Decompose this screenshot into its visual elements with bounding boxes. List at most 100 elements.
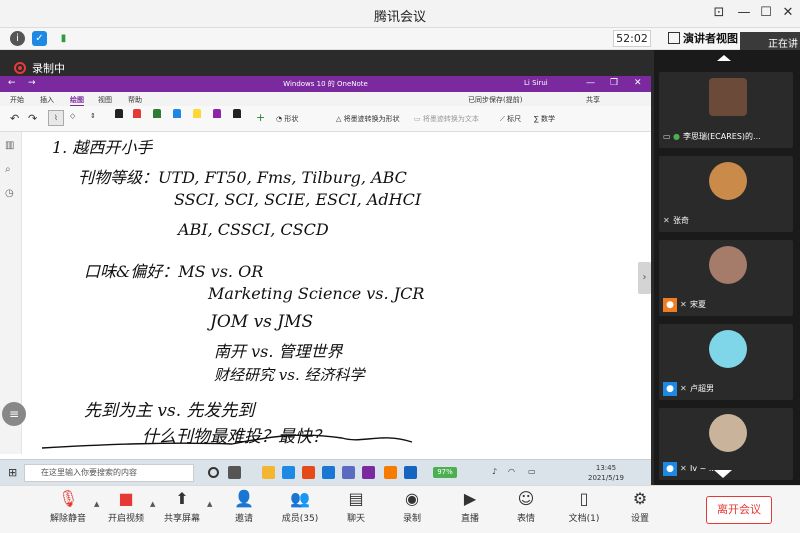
taskbar-time: 13:45 xyxy=(595,464,617,472)
lasso-select-icon[interactable]: ⌇ xyxy=(48,110,64,126)
math-button[interactable]: ∑ 数学 xyxy=(534,114,555,124)
pin-icon[interactable]: ⊡ xyxy=(709,4,729,22)
windows-start-icon[interactable]: ⊞ xyxy=(8,466,17,479)
word-icon[interactable] xyxy=(322,466,335,479)
shapes-button[interactable]: ◔ 形状 xyxy=(276,114,298,124)
share-screen-button[interactable]: ⬆ 共享屏幕 xyxy=(154,490,210,525)
sharing-label: 正在讲 xyxy=(768,39,798,50)
tab-draw[interactable]: 绘图 xyxy=(70,95,84,106)
record-button[interactable]: ◉ 录制 xyxy=(384,490,440,525)
mic-muted-icon: 🎙 xyxy=(58,489,79,508)
avatar xyxy=(709,414,747,452)
invite-button[interactable]: 👤 邀请 xyxy=(216,489,272,525)
tencent-meeting-icon[interactable] xyxy=(404,466,417,479)
meeting-info-bar: i ✓ ▮ 52:02 演讲者视图 xyxy=(0,28,800,50)
unmute-button[interactable]: 🎙 解除静音 xyxy=(40,489,96,525)
tab-insert[interactable]: 插入 xyxy=(40,95,54,105)
settings-button[interactable]: ⚙ 设置 xyxy=(612,490,668,525)
chat-button[interactable]: ▤ 聊天 xyxy=(328,490,384,525)
volume-icon[interactable]: ♪ xyxy=(492,467,497,476)
grid-icon xyxy=(668,32,680,44)
app-icon[interactable] xyxy=(384,466,397,479)
emoji-icon: ☺ xyxy=(517,489,535,508)
network-icon[interactable]: ◠ xyxy=(508,467,515,476)
meeting-toolbar: 🎙 解除静音 ▲ ■ 开启视频 ▲ ⬆ 共享屏幕 ▲ 👤 邀请 👥 成员(35) ▤ 聊天 … xyxy=(0,485,800,533)
pen-black-2[interactable] xyxy=(232,109,242,129)
taskbar-search[interactable]: 在这里输入你要搜索的内容 xyxy=(24,464,194,482)
participant-name: ● ✕ 宋夏 xyxy=(663,298,706,312)
cortana-icon[interactable] xyxy=(208,467,219,478)
leave-meeting-button[interactable]: 离开会议 xyxy=(706,496,772,524)
sync-status: 已同步保存(提前) xyxy=(468,96,523,104)
presenter-view-button[interactable]: 演讲者视图 xyxy=(668,30,738,46)
start-video-button[interactable]: ■ 开启视频 xyxy=(98,490,154,525)
search-icon[interactable]: ⌕ xyxy=(5,164,11,175)
tab-view[interactable]: 视图 xyxy=(98,95,112,105)
tab-home[interactable]: 开始 xyxy=(10,95,24,105)
members-button[interactable]: 👥 成员(35) xyxy=(272,489,328,525)
participant-tile[interactable]: ✕ 张奇 xyxy=(659,156,793,232)
reactions-button[interactable]: ☺ 表情 xyxy=(498,489,554,525)
mic-icon: ● xyxy=(673,132,680,141)
ink-to-shape-button[interactable]: △ 将墨迹转换为形状 xyxy=(336,114,400,124)
members-icon: 👥 xyxy=(290,489,310,508)
add-space-icon[interactable]: ⇕ xyxy=(90,112,96,120)
pen-green[interactable] xyxy=(152,109,162,129)
onenote-window: ← → Windows 10 的 OneNote Li Sirui — ❐ ✕ … xyxy=(0,76,651,459)
ink-to-text-button[interactable]: ▭ 将墨迹转换为文本 xyxy=(414,114,479,124)
restore-icon[interactable]: ❐ xyxy=(610,78,618,88)
info-icon[interactable]: i xyxy=(10,31,25,46)
minimize-icon[interactable]: — xyxy=(586,78,595,88)
docs-button[interactable]: ▯ 文档(1) xyxy=(556,490,612,525)
windows-taskbar: ⊞ 在这里输入你要搜索的内容 97% ♪ ◠ ▭ 13:45 2021/5/19 xyxy=(0,459,651,485)
mic-muted-icon: ✕ xyxy=(663,216,670,225)
minimize-button[interactable]: — xyxy=(734,4,754,22)
participant-tile[interactable]: ● ✕ 宋夏 xyxy=(659,240,793,316)
live-button[interactable]: ▶ 直播 xyxy=(442,489,498,525)
redo-icon[interactable]: ↷ xyxy=(28,112,37,125)
task-view-icon[interactable] xyxy=(228,466,241,479)
participant-tile[interactable]: ▭ ● 李思瑞(ECARES)的... xyxy=(659,72,793,148)
share-options-caret[interactable]: ▲ xyxy=(207,500,212,508)
notifications-icon[interactable]: ▭ xyxy=(528,467,536,476)
teams-icon[interactable] xyxy=(342,466,355,479)
tab-help[interactable]: 帮助 xyxy=(128,95,142,105)
signal-icon[interactable]: ▮ xyxy=(56,31,71,46)
notebooks-icon[interactable]: ▥ xyxy=(5,140,14,151)
live-icon: ▶ xyxy=(463,489,477,508)
add-pen-icon[interactable]: + xyxy=(256,111,265,124)
expand-panel-handle[interactable]: › xyxy=(638,262,651,294)
scroll-up-arrow-icon[interactable] xyxy=(717,55,731,61)
mic-muted-icon: ✕ xyxy=(680,384,687,393)
close-button[interactable]: ✕ xyxy=(778,4,798,22)
ruler-button[interactable]: ⟋ 标尺 xyxy=(500,114,521,124)
ink-canvas[interactable]: 1. 越西开小手 刊物等级：UTD, FT50, Fms, Tilburg, A… xyxy=(22,132,636,454)
recent-icon[interactable]: ◷ xyxy=(5,188,14,199)
mic-muted-icon: ✕ xyxy=(680,464,687,473)
close-icon[interactable]: ✕ xyxy=(634,78,642,88)
onenote-title-bar: ← → Windows 10 的 OneNote Li Sirui — ❐ ✕ xyxy=(0,76,651,92)
highlighter-yellow[interactable] xyxy=(192,109,202,129)
avatar xyxy=(709,78,747,116)
shield-icon[interactable]: ✓ xyxy=(32,31,47,46)
scroll-down-arrow-icon[interactable] xyxy=(714,470,732,478)
participant-name: ● ✕ 卢超男 xyxy=(663,382,714,396)
user-icon: ● xyxy=(663,462,677,476)
record-dot-icon xyxy=(14,62,26,74)
pen-red[interactable] xyxy=(132,109,142,129)
onenote-tabs: 开始 插入 绘图 视图 帮助 已同步保存(提前) 共享 xyxy=(0,92,651,106)
office-icon[interactable] xyxy=(302,466,315,479)
maximize-button[interactable]: ☐ xyxy=(756,4,776,22)
add-user-icon: 👤 xyxy=(234,489,254,508)
pen-purple[interactable] xyxy=(212,109,222,129)
file-explorer-icon[interactable] xyxy=(262,466,275,479)
pen-black[interactable] xyxy=(114,109,124,129)
undo-icon[interactable]: ↶ xyxy=(10,112,19,125)
pen-blue[interactable] xyxy=(172,109,182,129)
mail-icon[interactable] xyxy=(282,466,295,479)
participant-tile[interactable]: ● ✕ 卢超男 xyxy=(659,324,793,400)
onenote-icon[interactable] xyxy=(362,466,375,479)
eraser-icon[interactable]: ◇ xyxy=(70,112,75,120)
floating-menu-button[interactable]: ≡ xyxy=(2,402,26,426)
share-button[interactable]: 共享 xyxy=(586,95,600,105)
